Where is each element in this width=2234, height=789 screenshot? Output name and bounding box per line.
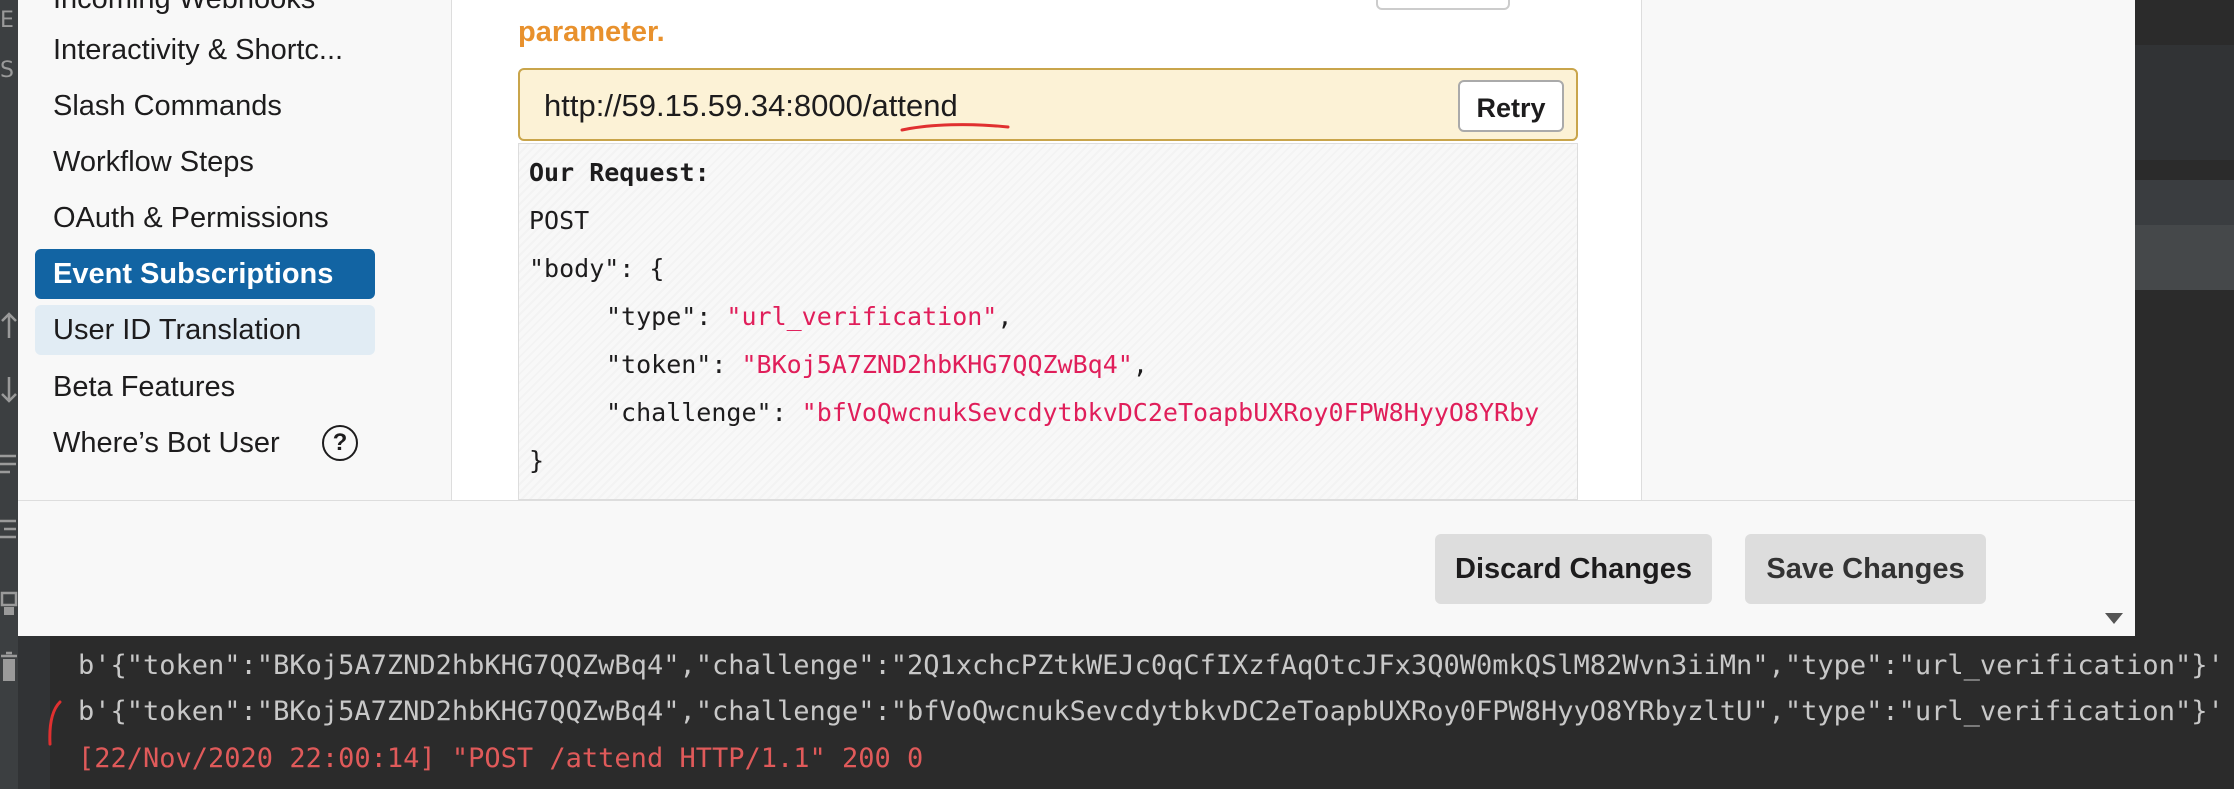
- sidebar-item-beta-features[interactable]: Beta Features: [35, 362, 375, 412]
- arrow-down-icon[interactable]: [0, 375, 18, 405]
- ide-right-panel: [2135, 225, 2234, 290]
- app-settings-window: Incoming Webhooks Interactivity & Shortc…: [18, 0, 2135, 636]
- field-suffix: ,: [1132, 350, 1148, 379]
- save-bar: Discard Changes Save Changes: [18, 500, 2135, 636]
- sidebar-item-event-subscriptions[interactable]: Event Subscriptions: [35, 249, 375, 299]
- print-icon[interactable]: [0, 585, 18, 621]
- change-button[interactable]: [1376, 0, 1510, 10]
- field-value: "bfVoQwcnukSevcdytbkvDC2eToapbUXRoy0FPW8…: [801, 398, 1540, 427]
- arrow-up-icon[interactable]: [0, 310, 18, 340]
- request-heading: Our Request:: [529, 158, 710, 187]
- save-changes-button[interactable]: Save Changes: [1745, 534, 1986, 604]
- field-value: "BKoj5A7ZND2hbKHG7QQZwBq4": [741, 350, 1133, 379]
- request-details: Our Request: POST "body": { "type": "url…: [518, 143, 1578, 500]
- sidebar-item-interactivity[interactable]: Interactivity & Shortc...: [35, 25, 375, 75]
- ide-glyph-s: S: [0, 58, 14, 83]
- ide-glyph-e: E: [0, 8, 14, 33]
- terminal-line: [22/Nov/2020 22:00:14] "POST /attend HTT…: [78, 743, 924, 774]
- right-panel: [1642, 0, 2135, 500]
- sidebar-item-slash-commands[interactable]: Slash Commands: [35, 81, 375, 131]
- field-value: "url_verification": [726, 302, 998, 331]
- request-body-open: "body": {: [529, 254, 665, 283]
- scroll-down-icon[interactable]: [2105, 613, 2123, 624]
- discard-changes-button[interactable]: Discard Changes: [1435, 534, 1712, 604]
- request-field: "type": "url_verification",: [606, 302, 1012, 331]
- terminal-line: b'{"token":"BKoj5A7ZND2hbKHG7QQZwBq4","c…: [78, 696, 2224, 727]
- request-url-field[interactable]: http://59.15.59.34:8000/attend Retry: [518, 68, 1578, 141]
- field-suffix: ,: [997, 302, 1013, 331]
- red-annotation-mark: [48, 700, 62, 746]
- settings-sidebar: Incoming Webhooks Interactivity & Shortc…: [18, 0, 452, 500]
- sidebar-item-oauth-permissions[interactable]: OAuth & Permissions: [35, 193, 375, 243]
- ide-right-panel: [2135, 45, 2234, 160]
- error-message: parameter.: [518, 16, 665, 48]
- red-underline-annotation: [900, 123, 1010, 132]
- field-key: "type":: [606, 302, 727, 331]
- trash-icon[interactable]: [0, 650, 18, 686]
- field-key: "token":: [606, 350, 742, 379]
- sidebar-item-incoming-webhooks[interactable]: Incoming Webhooks: [35, 0, 375, 24]
- ide-left-toolbar: E S: [0, 0, 18, 789]
- retry-button[interactable]: Retry: [1458, 80, 1564, 132]
- request-method: POST: [529, 206, 590, 235]
- request-field: "token": "BKoj5A7ZND2hbKHG7QQZwBq4",: [606, 350, 1148, 379]
- wrap-lines-icon[interactable]: [0, 450, 18, 480]
- help-icon[interactable]: ?: [322, 425, 358, 461]
- request-field: "challenge": "bfVoQwcnukSevcdytbkvDC2eTo…: [606, 398, 1539, 427]
- request-body-close: }: [529, 446, 545, 475]
- terminal-line: b'{"token":"BKoj5A7ZND2hbKHG7QQZwBq4","c…: [78, 650, 2224, 681]
- sidebar-item-user-id-translation[interactable]: User ID Translation: [35, 305, 375, 355]
- request-url-value: http://59.15.59.34:8000/attend: [544, 88, 958, 123]
- align-lines-icon[interactable]: [0, 515, 18, 545]
- field-key: "challenge":: [606, 398, 802, 427]
- ide-right-panel: [2135, 180, 2234, 225]
- sidebar-item-workflow-steps[interactable]: Workflow Steps: [35, 137, 375, 187]
